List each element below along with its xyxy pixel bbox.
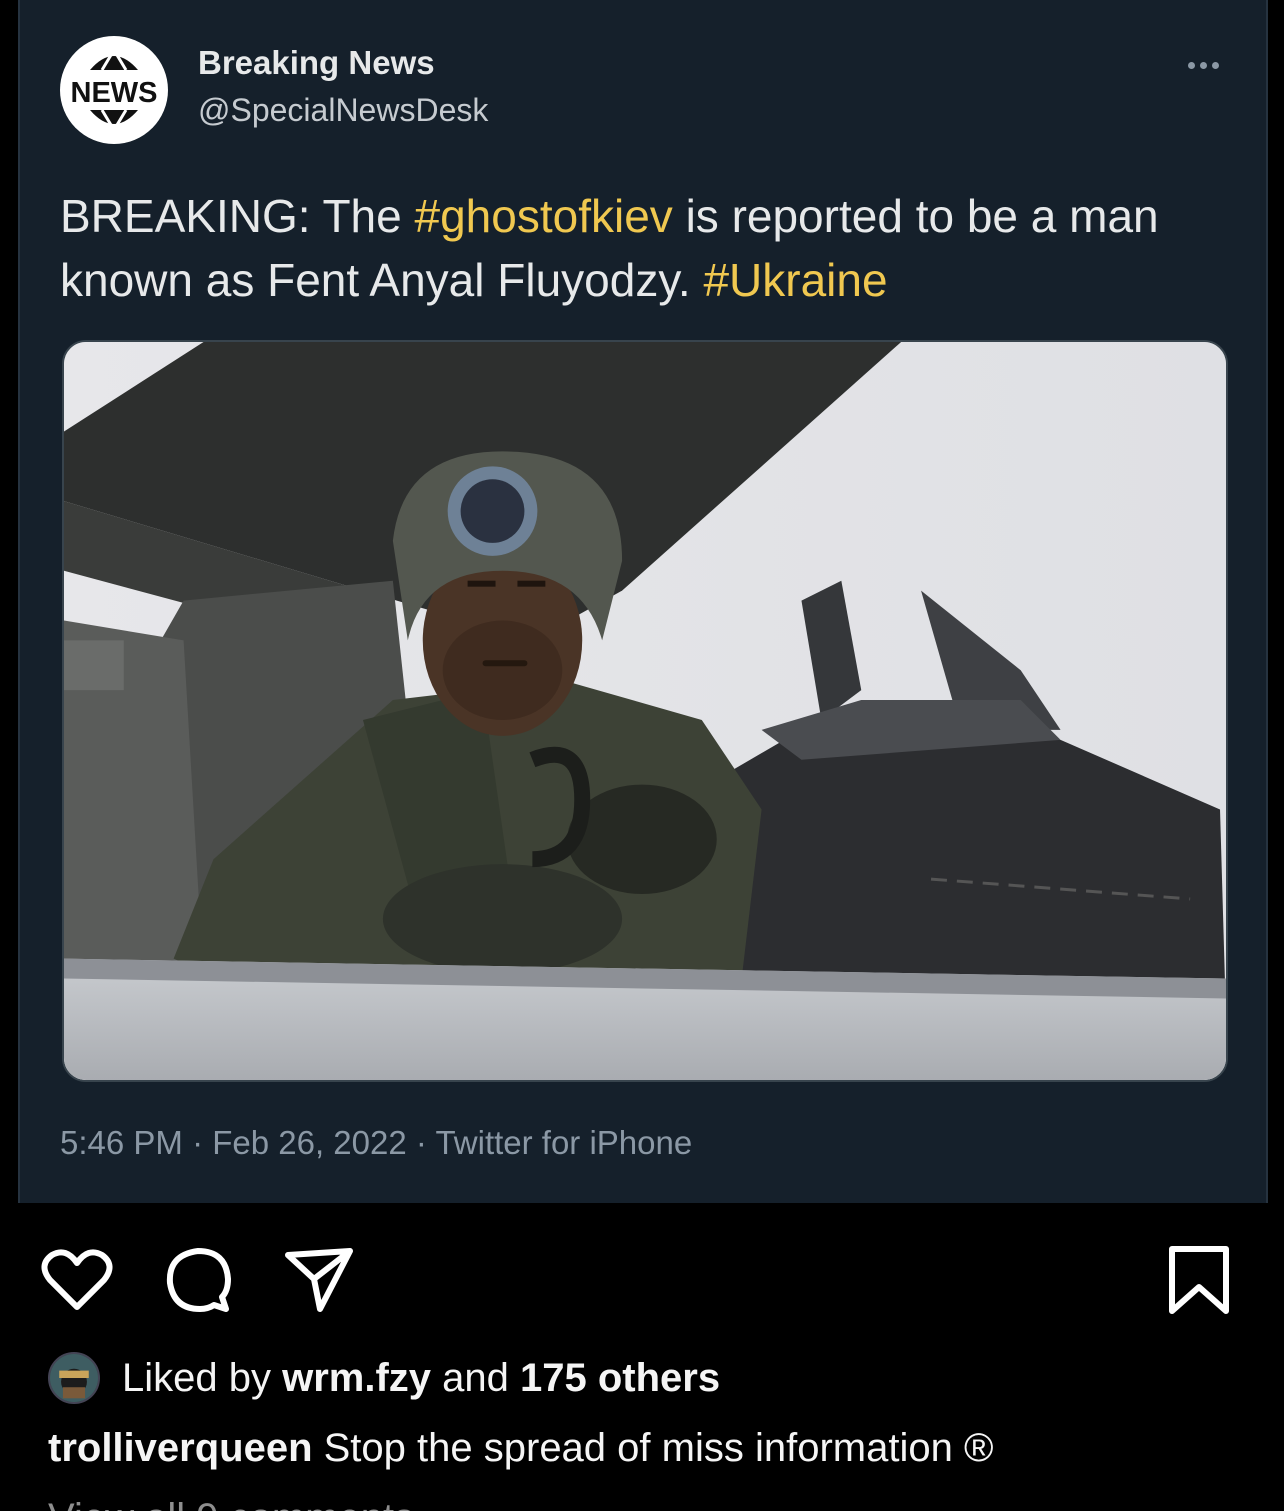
news-globe-logo: NEWS: [62, 38, 166, 142]
tweet-photo[interactable]: [62, 340, 1228, 1082]
hashtag-ghostofkiev[interactable]: #ghostofkiev: [415, 190, 673, 242]
post-action-bar: [0, 1203, 1284, 1343]
news-avatar[interactable]: NEWS: [60, 36, 168, 144]
tweet-text: BREAKING: The #ghostofkiev is reported t…: [60, 184, 1230, 312]
liked-by-middle: and: [431, 1355, 521, 1400]
svg-text:NEWS: NEWS: [71, 77, 158, 109]
more-options-icon[interactable]: [1188, 58, 1228, 72]
author-name[interactable]: Breaking News: [198, 44, 435, 82]
liked-by-user[interactable]: wrm.fzy: [282, 1356, 431, 1400]
caption-username[interactable]: trolliverqueen: [48, 1426, 313, 1470]
likes-row[interactable]: Liked by wrm.fzy and 175 others: [48, 1350, 720, 1406]
share-icon[interactable]: [282, 1243, 356, 1317]
hashtag-ukraine[interactable]: #Ukraine: [703, 254, 887, 306]
tweet-card: NEWS Breaking News @SpecialNewsDesk BREA…: [18, 0, 1268, 1203]
view-all-comments-link[interactable]: View all 9 comments: [48, 1496, 414, 1511]
comment-icon[interactable]: [160, 1243, 234, 1317]
caption-text: Stop the spread of miss information ®: [312, 1426, 994, 1470]
bookmark-icon[interactable]: [1162, 1243, 1236, 1317]
tweet-timestamp: 5:46 PM · Feb 26, 2022 · Twitter for iPh…: [60, 1124, 693, 1161]
author-handle[interactable]: @SpecialNewsDesk: [198, 92, 488, 129]
liked-by-count[interactable]: 175 others: [520, 1356, 720, 1400]
liked-by-prefix: Liked by: [122, 1355, 283, 1400]
tweet-text-part: BREAKING: The: [60, 190, 415, 242]
heart-icon[interactable]: [40, 1243, 114, 1317]
liker-avatar[interactable]: [48, 1352, 100, 1404]
pilot-in-cockpit-image: [64, 342, 1226, 1080]
post-caption: trolliverqueen Stop the spread of miss i…: [48, 1426, 993, 1471]
likes-text: Liked by wrm.fzy and 175 others: [122, 1356, 720, 1401]
